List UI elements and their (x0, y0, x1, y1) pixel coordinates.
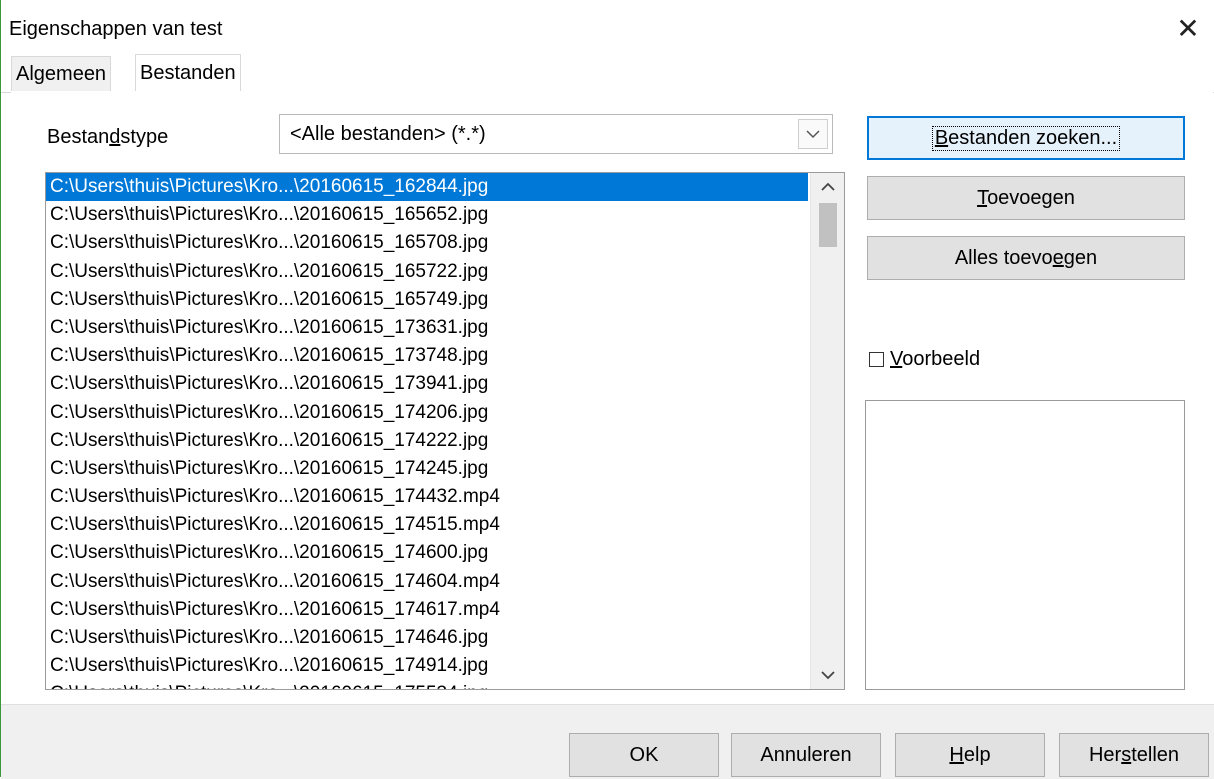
list-item[interactable]: C:\Users\thuis\Pictures\Kro...\20160615_… (46, 399, 808, 427)
tab-algemeen[interactable]: Algemeen (11, 56, 112, 91)
scroll-up-button[interactable] (811, 173, 844, 201)
dropdown-button[interactable] (798, 119, 828, 149)
preview-pane (865, 400, 1185, 690)
list-item[interactable]: C:\Users\thuis\Pictures\Kro...\20160615_… (46, 652, 808, 680)
file-list[interactable]: C:\Users\thuis\Pictures\Kro...\20160615_… (45, 172, 845, 690)
reset-button[interactable]: Herstellen (1059, 733, 1209, 777)
list-item[interactable]: C:\Users\thuis\Pictures\Kro...\20160615_… (46, 568, 808, 596)
preview-checkbox[interactable] (869, 352, 884, 367)
dialog-title: Eigenschappen van test (9, 18, 223, 40)
tab-label: Algemeen (16, 62, 107, 85)
tab-bar: Algemeen Bestanden (1, 54, 1214, 93)
close-button[interactable]: ✕ (1173, 14, 1203, 44)
title-bar: Eigenschappen van test ✕ (1, 0, 1214, 56)
vertical-scrollbar[interactable] (810, 173, 844, 689)
button-bar: OK Annuleren Help Herstellen (1, 704, 1214, 779)
list-item[interactable]: C:\Users\thuis\Pictures\Kro...\20160615_… (46, 427, 808, 455)
list-item[interactable]: C:\Users\thuis\Pictures\Kro...\20160615_… (46, 539, 808, 567)
chevron-down-icon (821, 671, 835, 680)
list-item[interactable]: C:\Users\thuis\Pictures\Kro...\20160615_… (46, 286, 808, 314)
close-icon: ✕ (1176, 13, 1200, 44)
list-item[interactable]: C:\Users\thuis\Pictures\Kro...\20160615_… (46, 370, 808, 398)
list-item[interactable]: C:\Users\thuis\Pictures\Kro...\20160615_… (46, 624, 808, 652)
dialog-window: Eigenschappen van test ✕ Algemeen Bestan… (0, 0, 1214, 779)
search-files-button[interactable]: Bestanden zoeken... (867, 116, 1185, 160)
add-button[interactable]: Toevoegen (867, 176, 1185, 220)
preview-checkbox-row[interactable]: Voorbeeld (869, 348, 980, 371)
scroll-down-button[interactable] (811, 661, 844, 689)
list-item[interactable]: C:\Users\thuis\Pictures\Kro...\20160615_… (46, 455, 808, 483)
list-item[interactable]: C:\Users\thuis\Pictures\Kro...\20160615_… (46, 173, 808, 202)
list-item[interactable]: C:\Users\thuis\Pictures\Kro...\20160615_… (46, 201, 808, 229)
filetype-label: Bestandstype (47, 126, 169, 148)
scroll-thumb[interactable] (819, 203, 837, 247)
cancel-button[interactable]: Annuleren (731, 733, 881, 777)
list-item[interactable]: C:\Users\thuis\Pictures\Kro...\20160615_… (46, 258, 808, 286)
tab-bestanden[interactable]: Bestanden (135, 54, 241, 91)
file-list-items: C:\Users\thuis\Pictures\Kro...\20160615_… (46, 173, 808, 689)
tab-content: Bestandstype <Alle bestanden> (*.*) C:\U… (11, 92, 1213, 704)
add-all-button[interactable]: Alles toevoegen (867, 236, 1185, 280)
chevron-down-icon (806, 130, 820, 139)
list-item[interactable]: C:\Users\thuis\Pictures\Kro...\20160615_… (46, 314, 808, 342)
filetype-dropdown[interactable]: <Alle bestanden> (*.*) (279, 114, 833, 154)
list-item[interactable]: C:\Users\thuis\Pictures\Kro...\20160615_… (46, 229, 808, 257)
tab-label: Bestanden (140, 61, 236, 84)
list-item[interactable]: C:\Users\thuis\Pictures\Kro...\20160615_… (46, 596, 808, 624)
preview-label: Voorbeeld (890, 348, 981, 370)
list-item[interactable]: C:\Users\thuis\Pictures\Kro...\20160615_… (46, 483, 808, 511)
list-item[interactable]: C:\Users\thuis\Pictures\Kro...\20160615_… (46, 511, 808, 539)
chevron-up-icon (821, 182, 835, 191)
filetype-value: <Alle bestanden> (*.*) (290, 123, 486, 145)
list-item[interactable]: C:\Users\thuis\Pictures\Kro...\20160615_… (46, 342, 808, 370)
list-item[interactable]: C:\Users\thuis\Pictures\Kro...\20160615_… (46, 680, 808, 689)
help-button[interactable]: Help (895, 733, 1045, 777)
ok-button[interactable]: OK (569, 733, 719, 777)
